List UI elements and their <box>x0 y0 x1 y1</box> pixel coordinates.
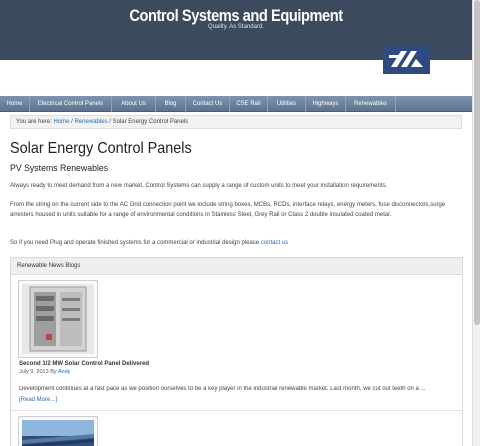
cse-logo[interactable] <box>383 45 430 74</box>
scrollbar-thumb[interactable] <box>474 0 480 325</box>
breadcrumb-current: Solar Energy Control Panels <box>112 119 189 125</box>
post-excerpt: Development continues at a fast pace as … <box>19 386 426 392</box>
read-more-link[interactable]: [Read More...] <box>19 397 57 403</box>
cse-logo-icon <box>383 45 430 74</box>
breadcrumb-separator: / <box>109 119 111 125</box>
details-paragraph: From the string on the current side to t… <box>10 202 446 218</box>
control-panel-image-icon <box>22 284 94 354</box>
renewable-news-widget: Renewable News Blogs Second 1/2 MW Solar… <box>10 257 463 446</box>
page: Control Systems and Equipment Quality. A… <box>0 0 480 446</box>
breadcrumb-renewables-link[interactable]: Renewables <box>75 119 108 125</box>
intro-paragraph: Always ready to meet demand from a new m… <box>10 183 388 189</box>
breadcrumb-prefix: You are here: <box>16 119 52 125</box>
nav-item-cse-rail[interactable]: CSE Rail <box>230 96 268 112</box>
main-nav: Home Electrical Control Panels About Us … <box>0 96 472 112</box>
post-thumbnail[interactable] <box>18 416 98 446</box>
site-title[interactable]: Control Systems and Equipment <box>33 6 439 26</box>
nav-item-renewables[interactable]: Renewables <box>346 96 396 112</box>
contact-paragraph-text: So if you need Plug and operate finished… <box>10 240 260 246</box>
post-divider <box>11 410 462 411</box>
post-by: By <box>50 369 57 375</box>
breadcrumb-separator: / <box>71 119 73 125</box>
nav-item-highways[interactable]: Highways <box>306 96 346 112</box>
post-meta: July 9, 2013 By Andy <box>19 369 70 375</box>
solar-array-image-icon <box>22 420 94 446</box>
page-subtitle: PV Systems Renewables <box>10 163 109 174</box>
nav-item-about-us[interactable]: About Us <box>112 96 156 112</box>
post-date: July 9, 2013 <box>19 369 49 375</box>
nav-item-electrical-control-panels[interactable]: Electrical Control Panels <box>30 96 112 112</box>
breadcrumb-home-link[interactable]: Home <box>53 119 69 125</box>
post-author-link[interactable]: Andy <box>58 369 71 375</box>
nav-item-blog[interactable]: Blog <box>156 96 186 112</box>
page-scrollbar[interactable] <box>472 0 480 446</box>
breadcrumb: You are here: Home / Renewables / Solar … <box>10 115 462 129</box>
nav-item-home[interactable]: Home <box>0 96 30 112</box>
site-tagline: Quality. As Standard. <box>208 24 264 30</box>
contact-us-link[interactable]: contact us <box>261 240 288 246</box>
post-title-link[interactable]: Second 1/2 MW Solar Control Panel Delive… <box>19 361 149 367</box>
nav-item-utilities[interactable]: Utilities <box>268 96 306 112</box>
page-title: Solar Energy Control Panels <box>10 140 192 157</box>
post-thumbnail[interactable] <box>18 280 98 358</box>
nav-item-contact-us[interactable]: Contact Us <box>186 96 230 112</box>
widget-title: Renewable News Blogs <box>11 258 462 275</box>
contact-paragraph: So if you need Plug and operate finished… <box>10 238 462 248</box>
